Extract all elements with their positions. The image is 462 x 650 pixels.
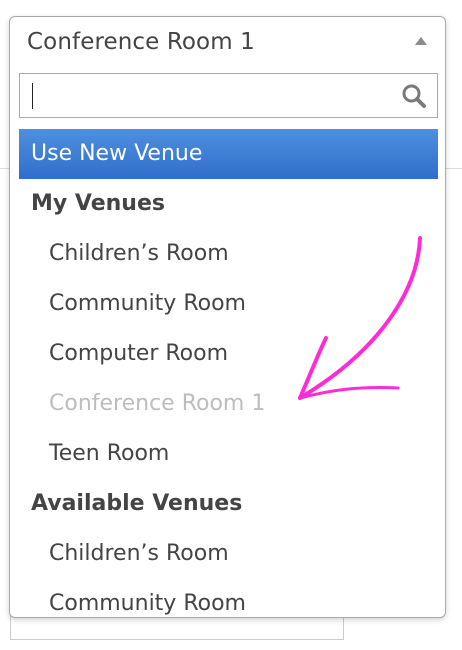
option-my-community-room[interactable]: Community Room: [19, 279, 438, 329]
search-box[interactable]: [19, 73, 438, 118]
group-my-venues: My Venues: [31, 191, 165, 216]
option-available-community-room[interactable]: Community Room: [19, 579, 438, 617]
option-available-childrens-room[interactable]: Children’s Room: [19, 529, 438, 579]
option-my-computer-room[interactable]: Computer Room: [19, 329, 438, 379]
text-cursor: [32, 83, 33, 109]
option-use-new-venue[interactable]: Use New Venue: [19, 129, 438, 179]
option-my-childrens-room[interactable]: Children’s Room: [19, 229, 438, 279]
venue-select-head[interactable]: Conference Room 1: [10, 17, 445, 69]
dropdown-arrow-icon[interactable]: [415, 37, 427, 45]
option-my-conference-room-1: Conference Room 1: [49, 391, 266, 416]
selected-venue: Conference Room 1: [27, 29, 255, 55]
search-icon: [402, 84, 426, 108]
venue-select-dropdown[interactable]: Conference Room 1 Use New Venue My Venue…: [9, 16, 446, 618]
option-my-teen-room[interactable]: Teen Room: [19, 429, 438, 479]
options-list[interactable]: Use New Venue My Venues Children’s Room …: [19, 129, 438, 617]
page: Conference Room 1 Use New Venue My Venue…: [0, 0, 462, 650]
search-input[interactable]: [20, 74, 390, 117]
group-available-venues: Available Venues: [31, 491, 243, 516]
